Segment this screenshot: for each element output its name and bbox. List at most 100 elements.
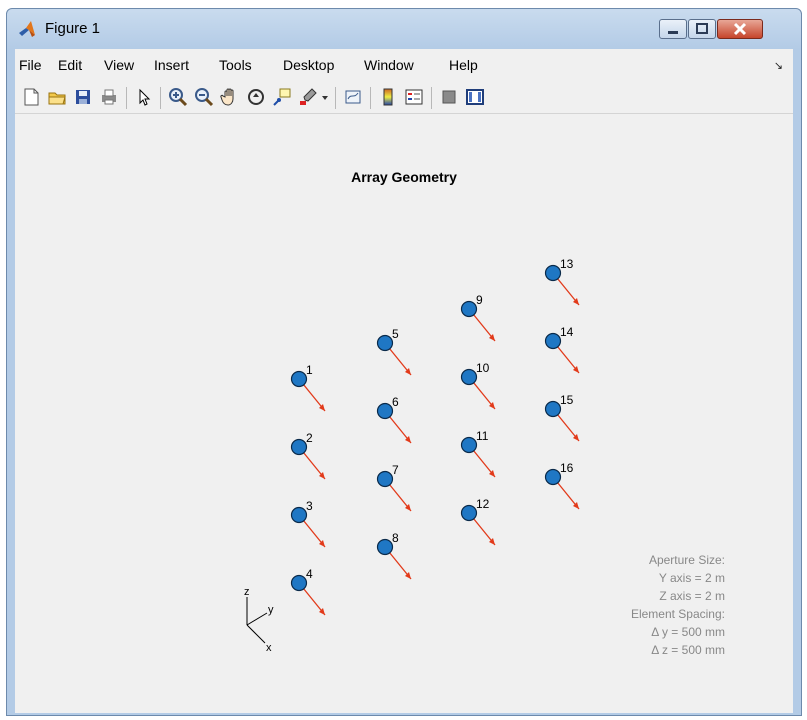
minimize-button[interactable] xyxy=(659,19,687,39)
matlab-logo-icon xyxy=(19,21,35,37)
toolbar-separator xyxy=(335,87,336,109)
element-marker[interactable] xyxy=(544,468,562,486)
array-element: 7 xyxy=(376,463,412,512)
element-label: 5 xyxy=(392,327,399,341)
show-plot-tools-icon[interactable] xyxy=(465,87,485,107)
element-marker[interactable] xyxy=(376,470,394,488)
colorbar-icon[interactable] xyxy=(378,87,398,107)
array-element: 10 xyxy=(460,361,496,410)
element-marker[interactable] xyxy=(376,334,394,352)
brush-icon[interactable] xyxy=(298,87,318,107)
element-label: 3 xyxy=(306,499,313,513)
pan-hand-icon[interactable] xyxy=(220,87,240,107)
hide-plot-tools-icon[interactable] xyxy=(439,87,459,107)
axis-x-label: x xyxy=(266,642,272,654)
element-marker[interactable] xyxy=(460,436,478,454)
toolbar-separator xyxy=(160,87,161,109)
element-marker[interactable] xyxy=(544,332,562,350)
element-label: 12 xyxy=(476,497,490,511)
element-marker[interactable] xyxy=(290,438,308,456)
window-title: Figure 1 xyxy=(45,20,101,37)
element-marker[interactable] xyxy=(376,538,394,556)
axis-z-label: z xyxy=(244,586,250,598)
element-spacing-y: Δ y = 500 mm xyxy=(651,625,725,639)
toolbar-separator xyxy=(431,87,432,109)
aperture-size-label: Aperture Size: xyxy=(648,553,725,567)
element-marker[interactable] xyxy=(460,300,478,318)
aperture-z-axis: Z axis = 2 m xyxy=(659,589,725,603)
element-label: 16 xyxy=(560,461,574,475)
array-element: 12 xyxy=(460,497,496,546)
array-element: 6 xyxy=(376,395,412,444)
element-marker[interactable] xyxy=(376,402,394,420)
array-element: 3 xyxy=(290,499,326,548)
open-file-icon[interactable] xyxy=(47,87,67,107)
array-element: 13 xyxy=(544,257,580,306)
edit-plot-arrow-icon[interactable] xyxy=(134,87,154,107)
element-label: 4 xyxy=(306,567,313,581)
element-marker[interactable] xyxy=(290,574,308,592)
element-marker[interactable] xyxy=(460,504,478,522)
axes-triad xyxy=(246,597,268,644)
legend-icon[interactable] xyxy=(404,87,424,107)
array-element: 1 xyxy=(290,363,326,412)
element-marker[interactable] xyxy=(544,264,562,282)
array-element: 4 xyxy=(290,567,326,616)
array-element: 9 xyxy=(460,293,496,342)
zoom-out-icon[interactable] xyxy=(194,87,214,107)
print-icon[interactable] xyxy=(99,87,119,107)
zoom-in-icon[interactable] xyxy=(168,87,188,107)
save-icon[interactable] xyxy=(73,87,93,107)
menu-desktop[interactable]: Desktop xyxy=(283,57,334,73)
figure-canvas[interactable]: Array Geometry 1 2 3 4 5 6 7 8 9 10 11 12 13 14 15 16 z… xyxy=(15,115,793,713)
menu-bar: File Edit View Insert Tools Desktop Wind… xyxy=(15,49,793,77)
array-element: 14 xyxy=(544,325,580,374)
data-cursor-icon[interactable] xyxy=(272,87,292,107)
element-spacing-label: Element Spacing: xyxy=(630,607,725,621)
element-label: 13 xyxy=(560,257,574,271)
menu-window[interactable]: Window xyxy=(364,57,414,73)
element-label: 15 xyxy=(560,393,574,407)
element-marker[interactable] xyxy=(290,370,308,388)
element-label: 10 xyxy=(476,361,490,375)
close-button[interactable] xyxy=(717,19,763,39)
figure-client-area: File Edit View Insert Tools Desktop Wind… xyxy=(15,49,793,713)
element-marker[interactable] xyxy=(290,506,308,524)
toolbar-separator xyxy=(126,87,127,109)
array-element: 5 xyxy=(376,327,412,376)
array-element: 15 xyxy=(544,393,580,442)
menu-tools[interactable]: Tools xyxy=(219,57,252,73)
axis-y-label: y xyxy=(268,604,274,616)
aperture-y-axis: Y axis = 2 m xyxy=(658,571,725,585)
array-elements: 12345678910111213141516 xyxy=(290,257,580,616)
link-plot-icon[interactable] xyxy=(343,87,363,107)
element-label: 8 xyxy=(392,531,399,545)
new-figure-icon[interactable] xyxy=(21,87,41,107)
figure-window: Figure 1 File Edit View Insert Tools Des… xyxy=(6,8,802,716)
menu-file[interactable]: File xyxy=(19,57,42,73)
maximize-button[interactable] xyxy=(688,19,716,39)
element-spacing-z: Δ z = 500 mm xyxy=(651,643,725,657)
toolbar-separator xyxy=(370,87,371,109)
element-label: 2 xyxy=(306,431,313,445)
axis-y-line xyxy=(246,612,268,626)
menu-view[interactable]: View xyxy=(104,57,134,73)
element-label: 7 xyxy=(392,463,399,477)
array-element: 8 xyxy=(376,531,412,580)
element-marker[interactable] xyxy=(460,368,478,386)
element-label: 6 xyxy=(392,395,399,409)
element-label: 14 xyxy=(560,325,574,339)
rotate-3d-icon[interactable] xyxy=(246,87,266,107)
dock-arrow-icon[interactable]: ↘ xyxy=(774,59,783,72)
menu-help[interactable]: Help xyxy=(449,57,478,73)
element-marker[interactable] xyxy=(544,400,562,418)
title-bar[interactable]: Figure 1 xyxy=(7,9,801,49)
element-label: 9 xyxy=(476,293,483,307)
menu-insert[interactable]: Insert xyxy=(154,57,189,73)
figure-toolbar xyxy=(15,79,793,114)
array-element: 11 xyxy=(460,429,496,478)
menu-edit[interactable]: Edit xyxy=(58,57,82,73)
brush-dropdown-icon[interactable] xyxy=(320,87,330,107)
array-element: 2 xyxy=(290,431,326,480)
element-label: 1 xyxy=(306,363,313,377)
